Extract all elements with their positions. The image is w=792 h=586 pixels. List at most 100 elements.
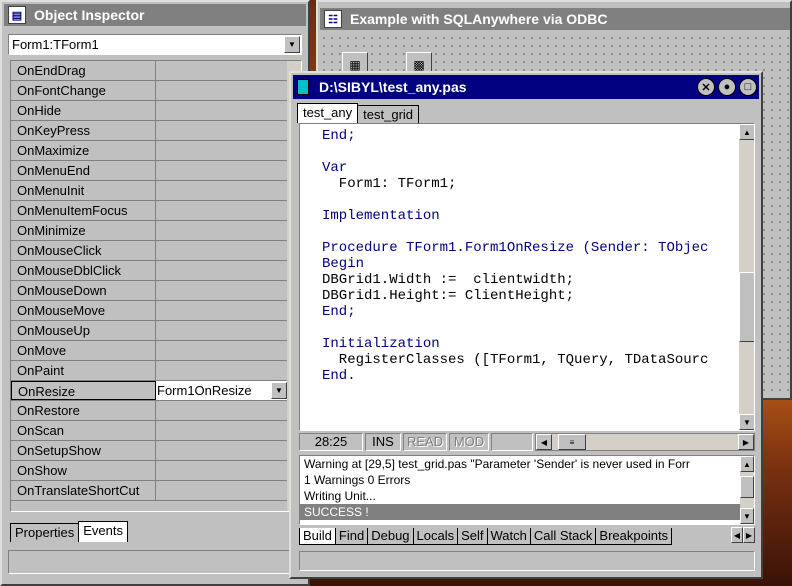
message-line[interactable]: Writing Unit... bbox=[300, 488, 754, 504]
message-line[interactable]: 1 Warnings 0 Errors bbox=[300, 472, 754, 488]
tab-find[interactable]: Find bbox=[334, 528, 369, 545]
event-handler-value[interactable] bbox=[156, 141, 301, 160]
messages-scrollbar[interactable]: ▲ ▼ bbox=[740, 456, 754, 524]
build-messages-panel: Warning at [29,5] test_grid.pas "Paramet… bbox=[299, 455, 755, 525]
event-row[interactable]: OnKeyPress bbox=[11, 121, 301, 141]
event-handler-value[interactable] bbox=[156, 361, 301, 380]
code-line: End; bbox=[322, 304, 356, 320]
event-handler-value[interactable] bbox=[156, 221, 301, 240]
event-row[interactable]: OnResize Form1OnResize ▼ bbox=[11, 381, 301, 401]
event-row[interactable]: OnMenuInit bbox=[11, 181, 301, 201]
tab-test-grid[interactable]: test_grid bbox=[357, 105, 420, 123]
event-handler-value[interactable] bbox=[156, 81, 301, 100]
code-editor-titlebar[interactable]: D:\SIBYL\test_any.pas ✕ ● □ bbox=[293, 75, 759, 99]
tab-test-any[interactable]: test_any bbox=[297, 103, 359, 123]
code-vertical-scrollbar[interactable]: ▲ ▼ bbox=[738, 124, 754, 430]
event-name: OnMouseDown bbox=[11, 281, 156, 300]
event-row[interactable]: OnMouseDown bbox=[11, 281, 301, 301]
tab-self[interactable]: Self bbox=[457, 528, 488, 545]
tab-scroll-right-icon[interactable]: ▶ bbox=[743, 527, 755, 543]
horizontal-scroll-thumb[interactable]: ≡ bbox=[558, 434, 586, 450]
event-handler-value[interactable] bbox=[156, 161, 301, 180]
event-row[interactable]: OnShow bbox=[11, 461, 301, 481]
event-row[interactable]: OnScan bbox=[11, 421, 301, 441]
messages-scroll-down-icon[interactable]: ▼ bbox=[740, 508, 754, 524]
message-tabs: Build Find Debug Locals Self Watch Call Stack B… bbox=[299, 527, 755, 545]
minimize-icon[interactable]: ● bbox=[718, 78, 736, 96]
event-handler-value[interactable] bbox=[156, 421, 301, 440]
event-row[interactable]: OnFontChange bbox=[11, 81, 301, 101]
form-designer-titlebar[interactable]: ☷ Example with SQLAnywhere via ODBC bbox=[320, 8, 790, 30]
close-icon[interactable]: ✕ bbox=[697, 78, 715, 96]
event-handler-value[interactable] bbox=[156, 341, 301, 360]
chevron-down-icon[interactable]: ▼ bbox=[271, 382, 287, 399]
event-row[interactable]: OnMenuEnd bbox=[11, 161, 301, 181]
event-handler-value[interactable] bbox=[156, 241, 301, 260]
code-line: Implementation bbox=[322, 208, 440, 224]
event-handler-value[interactable] bbox=[156, 261, 301, 280]
maximize-icon[interactable]: □ bbox=[739, 78, 757, 96]
tab-call-stack[interactable]: Call Stack bbox=[529, 528, 597, 545]
event-handler-value[interactable] bbox=[156, 441, 301, 460]
scroll-left-icon[interactable]: ◀ bbox=[536, 434, 552, 450]
scroll-right-icon[interactable]: ▶ bbox=[738, 434, 754, 450]
event-handler-value[interactable] bbox=[156, 401, 301, 420]
event-handler-value[interactable] bbox=[156, 321, 301, 340]
event-row[interactable]: OnTranslateShortCut bbox=[11, 481, 301, 501]
event-row[interactable]: OnSetupShow bbox=[11, 441, 301, 461]
event-name: OnMenuItemFocus bbox=[11, 201, 156, 220]
chevron-down-icon[interactable]: ▼ bbox=[284, 36, 300, 53]
scroll-thumb[interactable] bbox=[739, 272, 754, 342]
event-row[interactable]: OnHide bbox=[11, 101, 301, 121]
event-row[interactable]: OnMaximize bbox=[11, 141, 301, 161]
object-selector-dropdown[interactable]: Form1:TForm1 ▼ bbox=[8, 34, 302, 55]
event-row[interactable]: OnMenuItemFocus bbox=[11, 201, 301, 221]
event-handler-value[interactable] bbox=[156, 61, 301, 80]
code-horizontal-scrollbar[interactable]: ◀ ≡ ▶ bbox=[535, 433, 755, 451]
event-handler-value[interactable] bbox=[156, 121, 301, 140]
modified-indicator: MOD bbox=[449, 433, 489, 451]
event-handler-value[interactable] bbox=[156, 181, 301, 200]
tab-scroll-left-icon[interactable]: ◀ bbox=[731, 527, 743, 543]
event-name: OnEndDrag bbox=[11, 61, 156, 80]
code-text-area[interactable]: End; Var Form1: TForm1; Implementation Proc… bbox=[299, 123, 755, 431]
event-handler-value[interactable] bbox=[156, 461, 301, 480]
event-handler-value[interactable]: Form1OnResize ▼ bbox=[156, 381, 301, 400]
event-row[interactable]: OnEndDrag bbox=[11, 61, 301, 81]
message-line[interactable]: Warning at [29,5] test_grid.pas "Paramet… bbox=[300, 456, 754, 472]
tab-locals[interactable]: Locals bbox=[412, 528, 459, 545]
tab-debug[interactable]: Debug bbox=[367, 528, 414, 545]
event-name: OnTranslateShortCut bbox=[11, 481, 156, 500]
event-handler-value[interactable] bbox=[156, 301, 301, 320]
editor-bottom-bar bbox=[299, 551, 755, 571]
code-line: Initialization bbox=[322, 336, 440, 352]
tab-build[interactable]: Build bbox=[299, 528, 336, 545]
messages-scroll-up-icon[interactable]: ▲ bbox=[740, 456, 754, 472]
object-inspector-titlebar[interactable]: ▤ Object Inspector bbox=[4, 4, 306, 26]
event-handler-value[interactable] bbox=[156, 201, 301, 220]
event-row[interactable]: OnMouseUp bbox=[11, 321, 301, 341]
tab-events[interactable]: Events bbox=[78, 521, 128, 542]
tab-watch[interactable]: Watch bbox=[486, 528, 531, 545]
event-row[interactable]: OnMinimize bbox=[11, 221, 301, 241]
event-row[interactable]: OnPaint bbox=[11, 361, 301, 381]
scroll-up-icon[interactable]: ▲ bbox=[739, 124, 754, 140]
event-name: OnMouseDblClick bbox=[11, 261, 156, 280]
event-name: OnFontChange bbox=[11, 81, 156, 100]
event-row[interactable]: OnMouseMove bbox=[11, 301, 301, 321]
message-line[interactable]: SUCCESS ! bbox=[300, 504, 754, 520]
event-handler-value[interactable] bbox=[156, 481, 301, 500]
tab-properties[interactable]: Properties bbox=[10, 523, 80, 542]
event-handler-value[interactable] bbox=[156, 101, 301, 120]
tab-breakpoints[interactable]: Breakpoints bbox=[595, 528, 673, 545]
scroll-down-icon[interactable]: ▼ bbox=[739, 414, 754, 430]
event-row[interactable]: OnMove bbox=[11, 341, 301, 361]
inspector-status-bar bbox=[8, 550, 304, 574]
event-row[interactable]: OnMouseClick bbox=[11, 241, 301, 261]
event-row[interactable]: OnMouseDblClick bbox=[11, 261, 301, 281]
event-row[interactable]: OnRestore bbox=[11, 401, 301, 421]
event-handler-value[interactable] bbox=[156, 281, 301, 300]
messages-scroll-thumb[interactable] bbox=[740, 476, 754, 498]
